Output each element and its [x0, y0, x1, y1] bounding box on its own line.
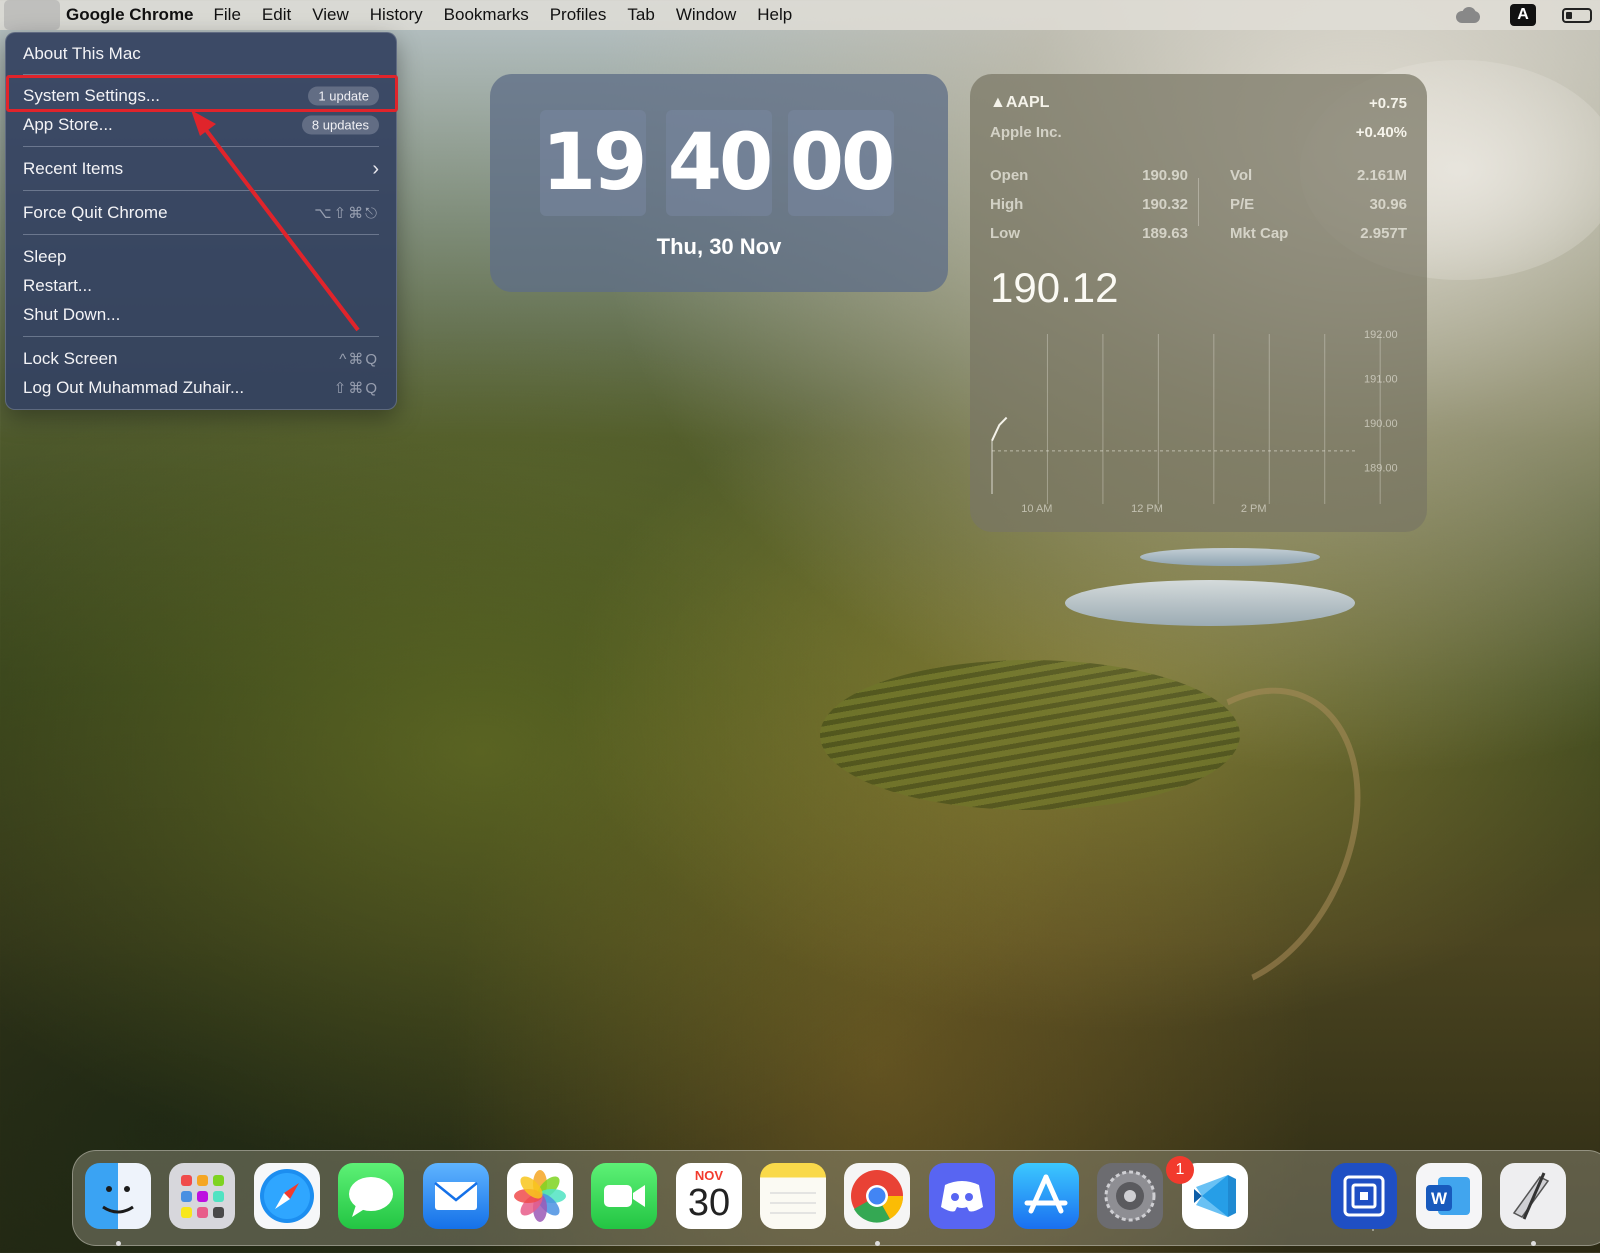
running-indicator: [875, 1241, 880, 1246]
menu-item-label: Log Out Muhammad Zuhair...: [23, 377, 245, 397]
shortcut-label: ⇧⌘Q: [333, 379, 379, 397]
messages-icon[interactable]: [338, 1163, 404, 1229]
menu-window[interactable]: Window: [676, 5, 736, 25]
chart-y-tick-label: 190.00: [1364, 418, 1398, 430]
menu-item-lock-screen[interactable]: Lock Screen ^⌘Q: [6, 344, 396, 373]
clock-widget[interactable]: 19 40 00 Thu, 30 Nov: [490, 74, 948, 292]
menubar-app-name[interactable]: Google Chrome: [66, 5, 194, 25]
menu-item-label: System Settings...: [23, 85, 160, 105]
battery-icon[interactable]: [1562, 7, 1592, 23]
photos-icon[interactable]: [507, 1163, 573, 1229]
update-badge: 1 update: [308, 86, 379, 105]
chart-x-tick-label: 2 PM: [1241, 503, 1267, 515]
notification-badge: 1: [1166, 1156, 1194, 1184]
running-indicator: [1531, 1241, 1536, 1246]
svg-text:W: W: [1431, 1189, 1448, 1208]
apple-menu: About This Mac System Settings... 1 upda…: [5, 32, 398, 410]
menu-item-recent-items[interactable]: Recent Items ›: [6, 154, 396, 183]
word-icon[interactable]: W: [1416, 1163, 1482, 1229]
menu-view[interactable]: View: [312, 5, 349, 25]
wallpaper-lake: [1065, 580, 1355, 626]
input-source-icon[interactable]: A: [1510, 4, 1536, 26]
menu-item-sleep[interactable]: Sleep: [6, 242, 396, 271]
menu-bar: Google Chrome File Edit View History Boo…: [0, 0, 1600, 30]
menu-item-shut-down[interactable]: Shut Down...: [6, 300, 396, 329]
menu-separator: [23, 74, 379, 75]
menu-item-label: Lock Screen: [23, 348, 118, 368]
wallpaper-lake: [1140, 548, 1320, 566]
calendar-icon[interactable]: NOV 30: [676, 1163, 742, 1229]
chart-x-tick-label: 12 PM: [1131, 503, 1163, 515]
script-editor-icon[interactable]: [1500, 1163, 1566, 1229]
chevron-right-icon: ›: [372, 158, 379, 180]
clock-seconds: 00: [788, 110, 895, 216]
shortcut-label: ⌥⇧⌘⎋: [314, 204, 379, 222]
menu-item-label: Sleep: [23, 246, 67, 266]
stock-widget[interactable]: ▲AAPL Apple Inc. +0.75 +0.40% Open 190.9…: [970, 74, 1427, 532]
menu-item-system-settings[interactable]: System Settings... 1 update: [6, 81, 396, 110]
screen-capture-icon[interactable]: [1331, 1163, 1397, 1229]
menu-tab[interactable]: Tab: [627, 5, 654, 25]
menu-separator: [23, 336, 379, 337]
clock-hours: 19: [540, 110, 647, 216]
menu-item-label: Restart...: [23, 275, 92, 295]
update-badge: 8 updates: [301, 115, 379, 134]
menu-file[interactable]: File: [214, 5, 241, 25]
apple-icon[interactable]: [4, 0, 60, 30]
menu-item-label: About This Mac: [23, 43, 141, 63]
facetime-icon[interactable]: [591, 1163, 657, 1229]
menu-item-force-quit[interactable]: Force Quit Chrome ⌥⇧⌘⎋: [6, 198, 396, 227]
menu-separator: [23, 146, 379, 147]
notes-icon[interactable]: [760, 1163, 826, 1229]
menu-item-restart[interactable]: Restart...: [6, 271, 396, 300]
chart-x-tick-label: 10 AM: [1021, 503, 1052, 515]
menu-item-label: App Store...: [23, 114, 113, 134]
menu-separator: [23, 190, 379, 191]
dock: NOV 30 W: [72, 1150, 1600, 1246]
stock-chart: 192.00 191.00 190.00 189.00 10 AM 12 PM 2 PM: [991, 329, 1398, 515]
chart-series-line: [991, 416, 1008, 442]
chart-y-tick-label: 189.00: [1364, 462, 1398, 474]
chrome-icon[interactable]: [844, 1163, 910, 1229]
system-settings-icon[interactable]: [1097, 1163, 1163, 1229]
mail-icon[interactable]: [423, 1163, 489, 1229]
menu-item-label: Recent Items: [23, 158, 124, 178]
safari-icon[interactable]: [254, 1163, 320, 1229]
shortcut-label: ^⌘Q: [339, 350, 379, 368]
menu-item-app-store[interactable]: App Store... 8 updates: [6, 110, 396, 139]
calendar-month: NOV: [694, 1168, 724, 1183]
menu-item-label: Shut Down...: [23, 304, 121, 324]
menu-item-log-out[interactable]: Log Out Muhammad Zuhair... ⇧⌘Q: [6, 373, 396, 402]
menu-item-about[interactable]: About This Mac: [6, 39, 396, 68]
menu-profiles[interactable]: Profiles: [550, 5, 607, 25]
clock-date: Thu, 30 Nov: [656, 234, 782, 259]
chart-y-tick-label: 192.00: [1364, 329, 1398, 341]
cloud-icon[interactable]: [1452, 7, 1484, 23]
chart-y-tick-label: 191.00: [1364, 373, 1398, 385]
calendar-day: 30: [687, 1182, 731, 1224]
menu-bookmarks[interactable]: Bookmarks: [444, 5, 529, 25]
running-indicator: [116, 1241, 121, 1246]
clock-minutes: 40: [666, 110, 773, 216]
app-store-icon[interactable]: [1013, 1163, 1079, 1229]
menu-help[interactable]: Help: [757, 5, 792, 25]
launchpad-icon[interactable]: [169, 1163, 235, 1229]
menu-separator: [23, 234, 379, 235]
finder-icon[interactable]: [85, 1163, 151, 1229]
menu-history[interactable]: History: [370, 5, 423, 25]
menu-item-label: Force Quit Chrome: [23, 202, 168, 222]
menu-edit[interactable]: Edit: [262, 5, 291, 25]
status-area: A: [1452, 0, 1600, 30]
discord-icon[interactable]: [929, 1163, 995, 1229]
